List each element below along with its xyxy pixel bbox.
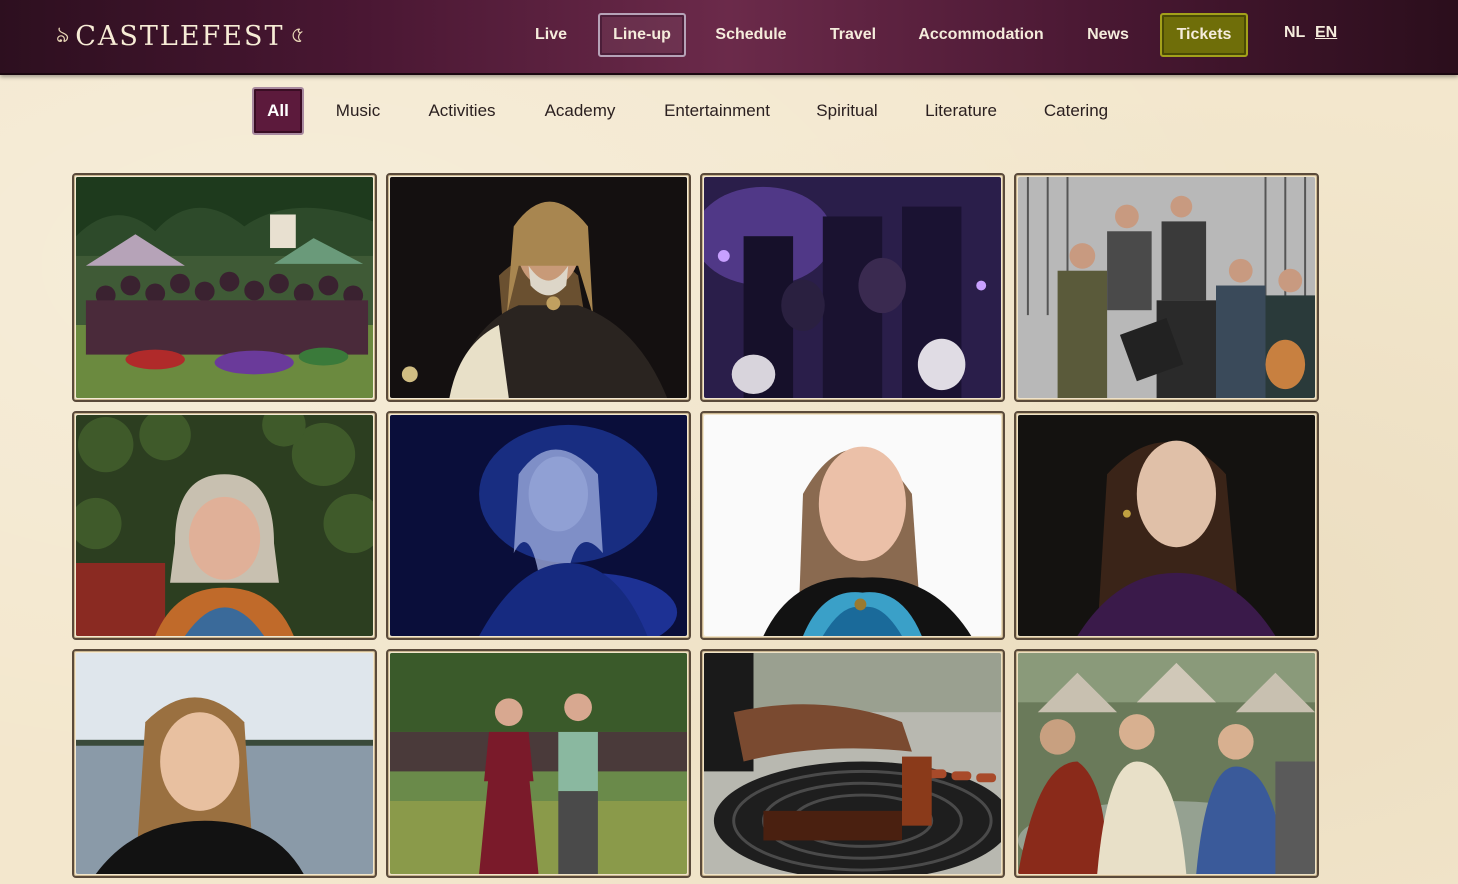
logo-flourish-right-icon: ৫ [290,22,305,48]
language-en[interactable]: EN [1315,24,1337,42]
filter-literature[interactable]: Literature [912,87,1010,135]
lineup-card-woman-ivy[interactable] [72,411,377,640]
lineup-card-woman-white-background[interactable] [700,411,1005,640]
group-photo-image [76,177,373,398]
lineup-card-barbecue-grill[interactable] [700,649,1005,878]
masked-performers-image [704,177,1001,398]
filter-music[interactable]: Music [324,87,392,135]
nav-live[interactable]: Live [522,13,580,57]
filter-academy[interactable]: Academy [532,87,628,135]
filter-spiritual[interactable]: Spiritual [804,87,890,135]
woman-ivy-image [76,415,373,636]
nav-schedule[interactable]: Schedule [706,13,796,57]
lineup-card-group-photo[interactable] [72,173,377,402]
filter-all[interactable]: All [252,87,304,135]
couple-dancing-image [390,653,687,874]
filter-entertainment[interactable]: Entertainment [650,87,784,135]
nav-news[interactable]: News [1076,13,1140,57]
language-nl[interactable]: NL [1284,24,1305,42]
nav-line-up[interactable]: Line-up [598,13,686,57]
filter-catering[interactable]: Catering [1030,87,1122,135]
woman-lakeside-image [76,653,373,874]
nav-accommodation[interactable]: Accommodation [908,13,1054,57]
woman-blue-light-image [390,415,687,636]
tents-trio-image [1018,653,1315,874]
barbecue-grill-image [704,653,1001,874]
logo-wordmark: CASTLEFEST [75,20,285,52]
lineup-card-couple-dancing[interactable] [386,649,691,878]
folk-band-image [1018,177,1315,398]
bearded-storyteller-image [390,177,687,398]
lineup-card-folk-band[interactable] [1014,173,1319,402]
site-header: ঌ CASTLEFEST ৫ Live Line-up Schedule Tra… [0,0,1458,75]
lineup-card-woman-lakeside[interactable] [72,649,377,878]
lineup-card-bearded-storyteller[interactable] [386,173,691,402]
lineup-card-woman-dark-background[interactable] [1014,411,1319,640]
logo-flourish-left-icon: ঌ [56,22,70,48]
lineup-card-woman-blue-light[interactable] [386,411,691,640]
woman-white-background-image [704,415,1001,636]
nav-travel[interactable]: Travel [820,13,886,57]
lineup-card-tents-trio[interactable] [1014,649,1319,878]
filter-activities[interactable]: Activities [414,87,510,135]
lineup-card-masked-performers[interactable] [700,173,1005,402]
woman-dark-background-image [1018,415,1315,636]
site-logo[interactable]: ঌ CASTLEFEST ৫ [56,18,305,54]
nav-tickets-button[interactable]: Tickets [1160,13,1248,57]
